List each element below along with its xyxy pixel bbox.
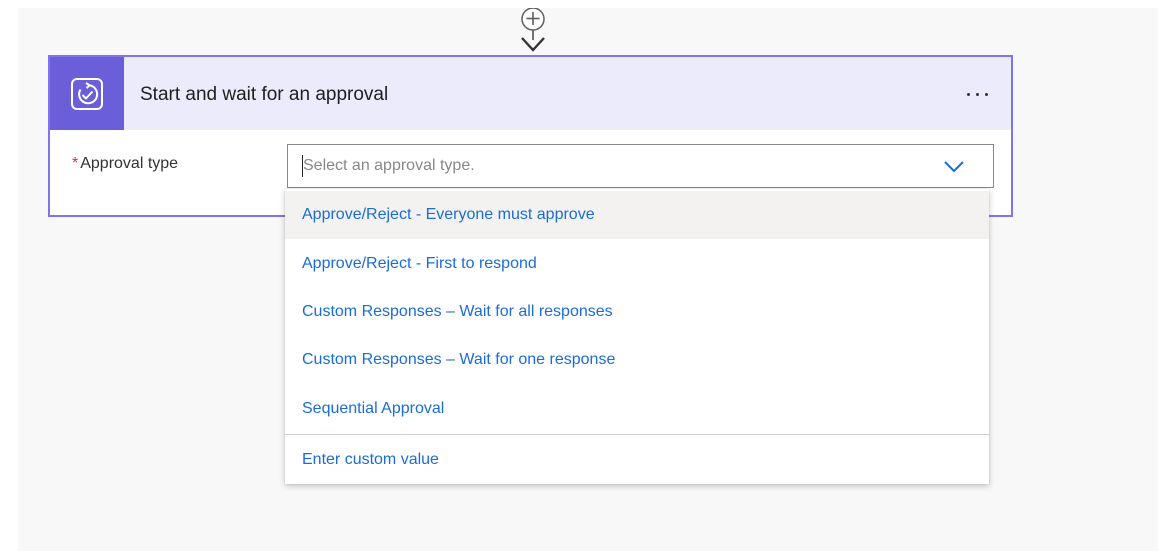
ellipsis-icon [966,92,970,96]
card-header[interactable]: Start and wait for an approval [50,57,1011,130]
approval-type-label-text: Approval type [80,155,179,172]
dropdown-option[interactable]: Approve/Reject - First to respond [285,240,989,288]
dropdown-option[interactable]: Custom Responses – Wait for all response… [285,288,989,336]
approval-icon [50,57,124,130]
approval-type-select[interactable] [287,144,994,188]
dropdown-option[interactable]: Approve/Reject - Everyone must approve [285,191,989,239]
approval-type-dropdown: Approve/Reject - Everyone must approve A… [285,189,989,484]
add-step-icon[interactable] [511,8,555,58]
chevron-down-icon[interactable] [943,157,965,175]
more-options-button[interactable] [957,79,997,109]
ellipsis-icon [975,92,979,96]
enter-custom-value-option[interactable]: Enter custom value [285,436,989,484]
ellipsis-icon [984,92,988,96]
dropdown-option[interactable]: Custom Responses – Wait for one response [285,336,989,384]
approval-type-label: * Approval type [72,154,178,174]
card-title: Start and wait for an approval [140,84,389,105]
dropdown-divider [285,434,989,435]
dropdown-option[interactable]: Sequential Approval [285,385,989,433]
approval-type-input[interactable] [303,145,923,187]
required-marker: * [72,155,79,172]
